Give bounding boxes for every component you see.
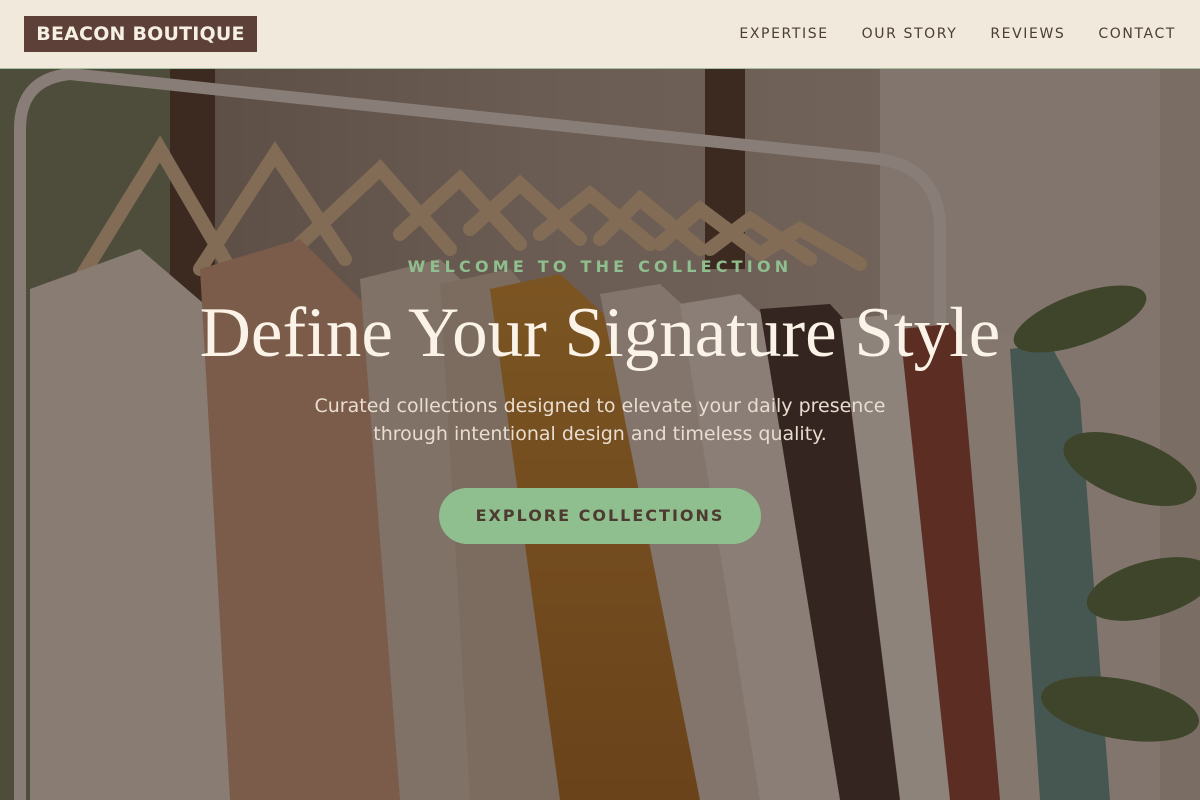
explore-collections-button[interactable]: EXPLORE COLLECTIONS (439, 488, 761, 544)
hero-content: WELCOME TO THE COLLECTION Define Your Si… (0, 69, 1200, 800)
nav-link-contact[interactable]: CONTACT (1098, 24, 1176, 44)
nav-link-our-story[interactable]: OUR STORY (862, 24, 958, 44)
nav-link-expertise[interactable]: EXPERTISE (739, 24, 828, 44)
main-nav: EXPERTISE OUR STORY REVIEWS CONTACT (706, 24, 1176, 44)
nav-link-reviews[interactable]: REVIEWS (990, 24, 1065, 44)
site-header: BEACON BOUTIQUE EXPERTISE OUR STORY REVI… (0, 0, 1200, 69)
brand-logo[interactable]: BEACON BOUTIQUE (24, 16, 257, 52)
hero-eyebrow: WELCOME TO THE COLLECTION (407, 257, 793, 276)
hero-subtext: Curated collections designed to elevate … (314, 395, 886, 445)
hero-headline: Define Your Signature Style (199, 294, 1001, 372)
hero-section: WELCOME TO THE COLLECTION Define Your Si… (0, 69, 1200, 800)
